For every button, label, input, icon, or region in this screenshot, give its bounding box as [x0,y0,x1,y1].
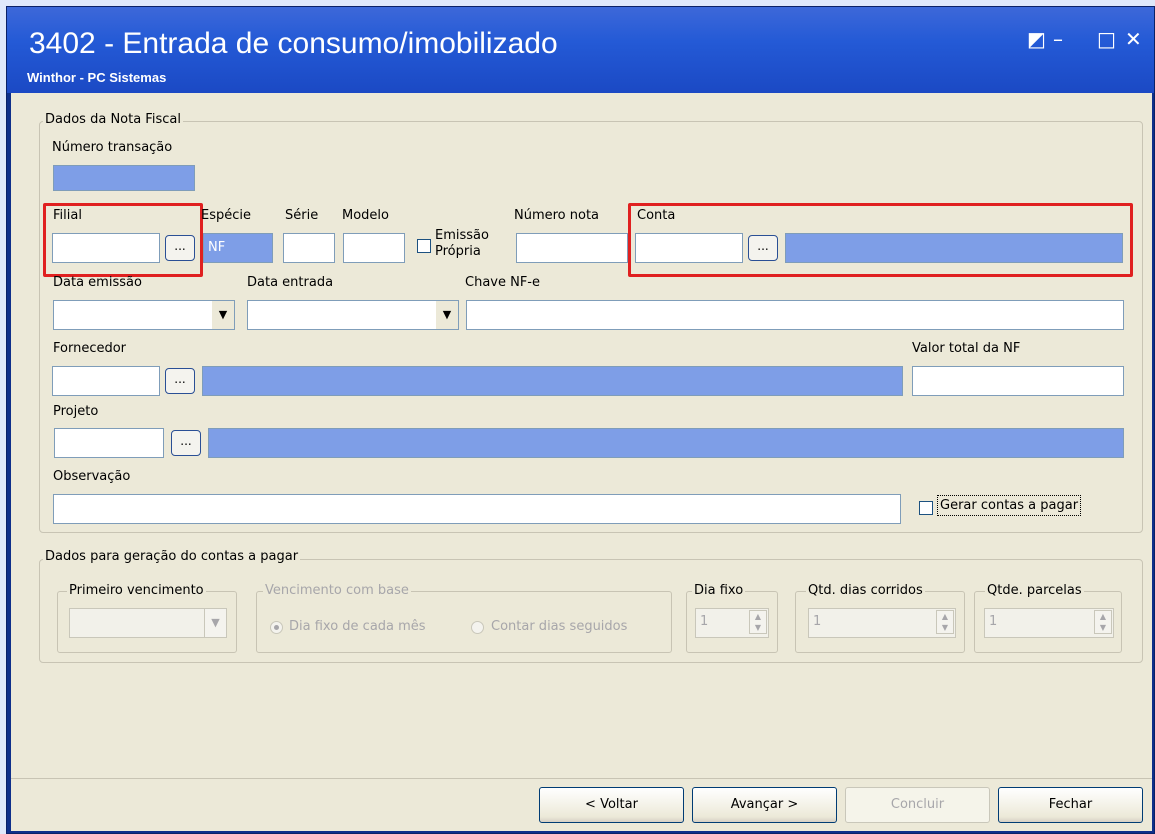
primeiro-vencimento-dropdown[interactable]: ▼ [69,608,227,638]
qtde-parcelas-spin-icon[interactable]: ▲ ▼ [1094,610,1112,634]
conta-highlight [628,203,1133,277]
close-icon[interactable]: ✕ [1125,29,1142,49]
projeto-description-field [208,428,1124,458]
restore-icon[interactable]: ◩ [1027,29,1046,49]
minimize-icon[interactable]: – [1053,29,1063,49]
qtd-dias-legend: Qtd. dias corridos [806,583,925,598]
dia-fixo-spin-icon[interactable]: ▲ ▼ [749,610,767,634]
qtd-dias-spin-icon[interactable]: ▲ ▼ [936,610,954,634]
form-client-area: Dados da Nota Fiscal Número transação Fi… [11,93,1152,778]
emissao-propria-checkbox[interactable] [417,239,431,253]
button-bar: < Voltar Avançar > Concluir Fechar [11,778,1152,831]
fornecedor-description-field [202,366,903,396]
fechar-button[interactable]: Fechar [998,787,1143,823]
title-bar[interactable]: 3402 - Entrada de consumo/imobilizado Wi… [7,7,1154,93]
data-entrada-arrow-icon[interactable]: ▼ [436,301,458,329]
numero-transacao-field [53,165,195,191]
gerar-contas-checkbox[interactable] [919,501,933,515]
valor-total-label: Valor total da NF [912,341,1021,356]
app-window: 3402 - Entrada de consumo/imobilizado Wi… [6,6,1155,834]
numero-transacao-label: Número transação [52,140,173,155]
especie-label: Espécie [201,208,251,223]
fornecedor-label: Fornecedor [53,341,127,356]
emissao-propria-label: Emissão Própria [435,228,489,260]
data-emissao-dropdown[interactable]: ▼ [53,300,235,330]
emissao-propria-label-line2: Própria [435,244,481,259]
concluir-button[interactable]: Concluir [845,787,990,823]
numero-nota-label: Número nota [514,208,600,223]
contar-dias-radio[interactable] [471,621,484,634]
observacao-label: Observação [53,469,131,484]
window-title: 3402 - Entrada de consumo/imobilizado [29,27,558,60]
especie-field: NF [203,233,273,263]
qtde-parcelas-legend: Qtde. parcelas [985,583,1084,598]
chave-nfe-label: Chave NF-e [465,275,540,290]
dia-fixo-radio-label: Dia fixo de cada mês [289,619,426,634]
numero-nota-input[interactable] [516,233,628,263]
data-emissao-label: Data emissão [53,275,142,290]
vencimento-base-legend: Vencimento com base [263,583,411,598]
observacao-input[interactable] [53,494,901,524]
modelo-label: Modelo [342,208,389,223]
filial-highlight [43,203,203,277]
projeto-input[interactable] [54,428,164,458]
avancar-button[interactable]: Avançar > [692,787,837,823]
dia-fixo-radio[interactable] [270,621,283,634]
valor-total-input[interactable] [912,366,1124,396]
dia-fixo-radio-dot [274,625,279,630]
voltar-button[interactable]: < Voltar [539,787,684,823]
nota-fiscal-legend: Dados da Nota Fiscal [43,112,183,127]
serie-input[interactable] [283,233,335,263]
emissao-propria-label-line1: Emissão [435,228,489,243]
maximize-icon[interactable]: □ [1097,29,1116,49]
dia-fixo-legend: Dia fixo [692,583,746,598]
fornecedor-input[interactable] [52,366,160,396]
primeiro-vencimento-legend: Primeiro vencimento [67,583,206,598]
serie-label: Série [285,208,319,223]
projeto-label: Projeto [53,404,99,419]
projeto-lookup-button[interactable]: ... [171,430,201,456]
modelo-input[interactable] [343,233,405,263]
fornecedor-lookup-button[interactable]: ... [165,368,195,394]
chave-nfe-input[interactable] [466,300,1124,330]
data-entrada-label: Data entrada [247,275,334,290]
window-subtitle: Winthor - PC Sistemas [27,70,167,85]
qtd-dias-spinner[interactable]: 1 [808,608,956,638]
gerar-contas-label[interactable]: Gerar contas a pagar [937,495,1082,516]
contas-pagar-legend: Dados para geração do contas a pagar [43,549,301,564]
data-entrada-dropdown[interactable]: ▼ [247,300,459,330]
contar-dias-radio-label: Contar dias seguidos [491,619,628,634]
primeiro-vencimento-arrow-icon[interactable]: ▼ [204,609,226,637]
data-emissao-arrow-icon[interactable]: ▼ [212,301,234,329]
